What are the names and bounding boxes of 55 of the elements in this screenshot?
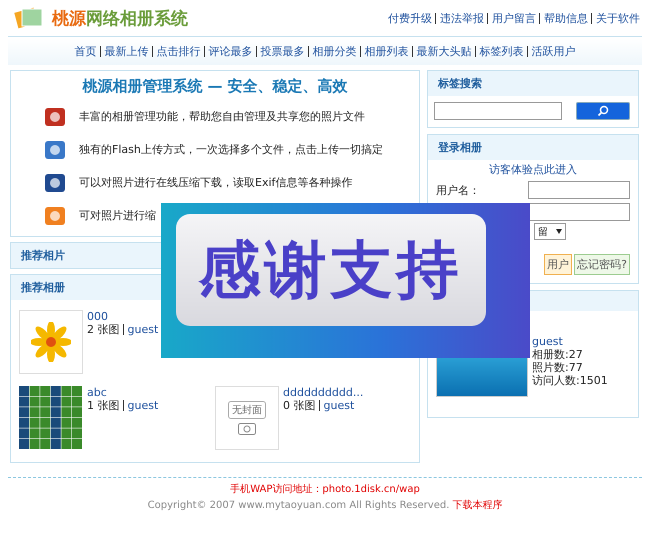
search-icon — [597, 105, 609, 117]
register-button[interactable]: 用户 — [544, 254, 572, 275]
header-link[interactable]: 付费升级 — [388, 12, 432, 24]
camera-icon — [238, 423, 256, 435]
remember-select[interactable]: 留 — [534, 223, 566, 240]
feature-text: 独有的Flash上传方式，一次选择多个文件，点击上传一切搞定 — [79, 142, 383, 157]
field-label: 用户名： — [436, 182, 480, 198]
header-link[interactable]: 用户留言 — [487, 12, 536, 24]
nav-link[interactable]: 最新上传 — [100, 46, 148, 56]
search-button[interactable] — [576, 102, 630, 120]
nav-link[interactable]: 评论最多 — [204, 46, 252, 56]
guest-login-link[interactable]: 访客体验点此进入 — [489, 163, 577, 176]
nav-link[interactable]: 首页 — [74, 46, 96, 56]
user-stat: 照片数:77 — [532, 361, 584, 374]
user-stat: 相册数:27 — [532, 348, 584, 361]
intro-title: 桃源相册管理系统 — 安全、稳定、高效 — [81, 76, 349, 97]
nav-link[interactable]: 活跃用户 — [526, 46, 576, 56]
wap-address: 手机WAP访问地址：photo.1disk.cn/wap — [230, 482, 420, 496]
user-stat: 访问人数:1501 — [532, 374, 608, 387]
header-link[interactable]: 违法举报 — [435, 12, 484, 24]
download-link[interactable]: 下载本程序 — [452, 498, 502, 512]
feature-text: 丰富的相册管理功能，帮助您自由管理及共享您的照片文件 — [79, 109, 365, 124]
feature-text: 可对照片进行缩 — [79, 208, 156, 223]
flower-logo-cover[interactable] — [19, 310, 83, 374]
nav-link[interactable]: 投票最多 — [256, 46, 304, 56]
panel-title: 标签搜索 — [428, 71, 638, 96]
photo-grid-cover[interactable] — [19, 386, 83, 450]
copyright-text: Copyright© 2007 www.mytaoyuan.com All Rights Reserved. — [148, 500, 450, 510]
nav-link[interactable]: 相册分类 — [308, 46, 356, 56]
user-link[interactable]: guest — [532, 335, 608, 348]
no-cover-label: 无封面 — [228, 401, 266, 419]
nav-link[interactable]: 标签列表 — [474, 46, 524, 56]
header-link[interactable]: 关于软件 — [591, 12, 640, 24]
header-link[interactable]: 帮助信息 — [539, 12, 588, 24]
username-field[interactable] — [528, 181, 630, 199]
album-name-link[interactable]: 000 — [87, 310, 158, 323]
feature-text: 可以对照片进行在线压缩下载，读取Exif信息等各种操作 — [79, 175, 352, 190]
album-name-link[interactable]: dddddddddd... — [283, 386, 364, 399]
album-name-link[interactable]: abc — [87, 386, 158, 399]
user-link[interactable]: guest — [122, 400, 158, 411]
nav-link[interactable]: 相册列表 — [360, 46, 408, 56]
nav-link[interactable]: 最新大头贴 — [412, 46, 472, 56]
photo-count: 2 张图 — [87, 323, 120, 336]
forgot-password-button[interactable]: 忘记密码? — [574, 254, 630, 275]
tag-search-field[interactable] — [434, 102, 562, 120]
site-title: 桃源网络相册系统 — [52, 8, 188, 30]
nav-link[interactable]: 点击排行 — [152, 46, 200, 56]
user-link[interactable]: guest — [318, 400, 354, 411]
photo-count: 1 张图 — [87, 399, 120, 412]
password-field[interactable] — [528, 203, 630, 221]
user-link[interactable]: guest — [122, 324, 158, 335]
panel-title: 登录相册 — [428, 135, 638, 160]
photo-count: 0 张图 — [283, 399, 316, 412]
no-cover-placeholder[interactable]: 无封面 — [215, 386, 279, 450]
dropdown-caret-icon — [556, 229, 562, 234]
